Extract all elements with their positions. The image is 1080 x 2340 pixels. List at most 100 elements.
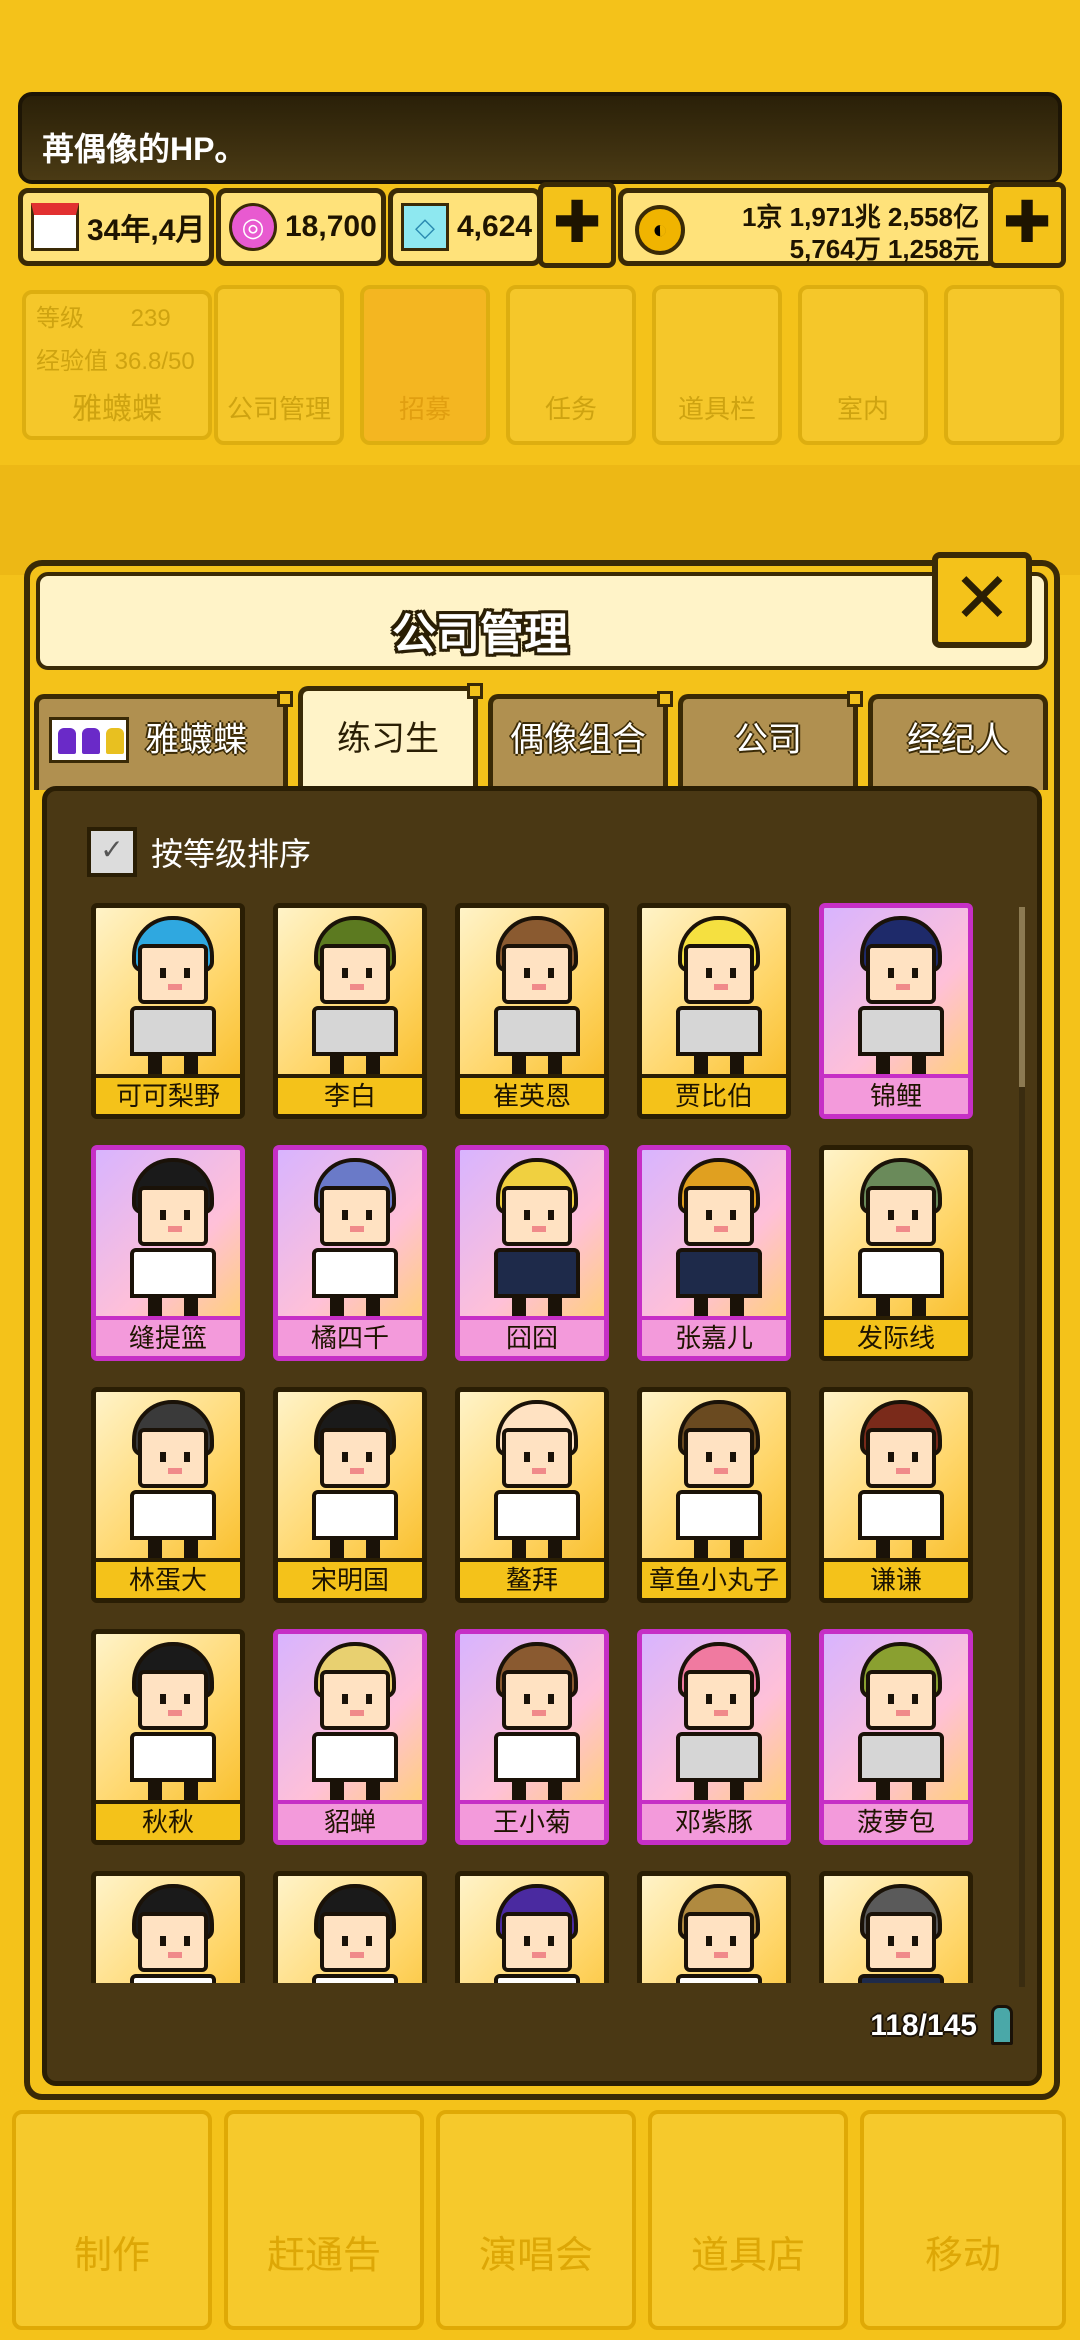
group-icon	[49, 717, 129, 763]
scrollbar[interactable]	[1019, 907, 1025, 1987]
trainee-name: 张嘉儿	[642, 1316, 786, 1356]
sort-by-level-toggle[interactable]: ✓ 按等级排序	[87, 827, 311, 877]
trainee-legs	[876, 1054, 926, 1076]
trainee-card[interactable]	[455, 1871, 609, 1983]
trainee-card[interactable]: 囧囧	[455, 1145, 609, 1361]
trainee-card[interactable]: 锦鲤	[819, 903, 973, 1119]
trainee-outfit	[130, 1248, 216, 1298]
trainee-face	[138, 944, 208, 1004]
trainee-face	[502, 1186, 572, 1246]
trainee-outfit	[858, 1974, 944, 1983]
person-icon	[991, 2005, 1013, 2045]
add-money-button[interactable]: ✚	[988, 182, 1066, 268]
trainee-outfit	[494, 1974, 580, 1983]
trainee-card[interactable]: 张嘉儿	[637, 1145, 791, 1361]
trainee-card[interactable]: 章鱼小丸子	[637, 1387, 791, 1603]
trainee-legs	[512, 1538, 562, 1560]
tab-manager[interactable]: 经纪人	[868, 694, 1048, 790]
trainee-card[interactable]: 邓紫豚	[637, 1629, 791, 1845]
trainee-card[interactable]: 缝提篮	[91, 1145, 245, 1361]
level-value: 239	[130, 305, 171, 332]
hud-button-inventory: 道具栏	[652, 285, 782, 445]
trainee-name: 王小菊	[460, 1800, 604, 1840]
trainee-card[interactable]: 宋明国	[273, 1387, 427, 1603]
trainee-outfit	[858, 1732, 944, 1782]
trainee-name: 邓紫豚	[642, 1800, 786, 1840]
dialog-title: 公司管理	[392, 610, 568, 659]
trainee-legs	[512, 1296, 562, 1318]
tab-company[interactable]: 公司	[678, 691, 863, 790]
company-management-dialog: 公司管理 ✕ 雅蠛蝶 练习生 偶像组合 公司 经纪人 ✓ 按等级排序 可可梨野 …	[24, 552, 1060, 2100]
sort-label: 按等级排序	[151, 836, 312, 872]
trainee-card[interactable]: 鳌拜	[455, 1387, 609, 1603]
tab-player-label: 雅蠛蝶	[145, 721, 247, 759]
trainee-name: 李白	[278, 1074, 422, 1114]
sort-checkbox[interactable]: ✓	[87, 827, 137, 877]
trainee-grid: 可可梨野 李白 崔英恩 贾比伯 锦鲤缝提篮 橘四千 囧囧 张嘉儿 发际线林蛋大 宋明国 鳌拜 章鱼小丸…	[91, 903, 991, 1983]
trainee-face	[320, 1186, 390, 1246]
calendar-icon	[31, 203, 79, 251]
tab-player[interactable]: 雅蠛蝶	[34, 691, 293, 790]
trainee-card[interactable]: 菠萝包	[819, 1629, 973, 1845]
trainee-card[interactable]	[91, 1871, 245, 1983]
trainee-outfit	[676, 1974, 762, 1983]
trainee-card[interactable]: 可可梨野	[91, 903, 245, 1119]
trainee-outfit	[676, 1732, 762, 1782]
hud-button-interior: 室内	[798, 285, 928, 445]
trainee-card[interactable]: 橘四千	[273, 1145, 427, 1361]
trainee-card[interactable]: 李白	[273, 903, 427, 1119]
trainee-name: 林蛋大	[96, 1558, 240, 1598]
trainee-card[interactable]: 贾比伯	[637, 903, 791, 1119]
trainee-card[interactable]: 崔英恩	[455, 903, 609, 1119]
level-label: 等级	[36, 305, 84, 332]
trainee-outfit	[130, 1490, 216, 1540]
trainee-outfit	[494, 1006, 580, 1056]
tab-corner-gem	[847, 691, 863, 707]
trainee-outfit	[676, 1490, 762, 1540]
tab-trainee-label: 练习生	[337, 720, 439, 758]
trainee-card[interactable]: 发际线	[819, 1145, 973, 1361]
bottom-nav: 制作 赶通告 演唱会 道具店 移动	[0, 2100, 1080, 2340]
trainee-face	[684, 1670, 754, 1730]
trainee-legs	[512, 1054, 562, 1076]
level-box: 等级 239 经验值 36.8/50 雅蠛蝶	[22, 290, 212, 440]
tab-idol-group[interactable]: 偶像组合	[488, 691, 673, 790]
tab-corner-gem	[277, 691, 293, 707]
trainee-face	[502, 944, 572, 1004]
pink-currency-display: ◎ 18,700	[216, 188, 386, 266]
trainee-outfit	[312, 1248, 398, 1298]
trainee-name: 菠萝包	[824, 1800, 968, 1840]
trainee-name: 可可梨野	[96, 1074, 240, 1114]
trainee-legs	[694, 1054, 744, 1076]
trainee-card[interactable]: 王小菊	[455, 1629, 609, 1845]
trainee-face	[684, 1428, 754, 1488]
trainee-card[interactable]	[819, 1871, 973, 1983]
trainee-legs	[148, 1296, 198, 1318]
tab-trainee[interactable]: 练习生	[298, 683, 483, 794]
tab-corner-gem	[657, 691, 673, 707]
trainee-legs	[330, 1780, 380, 1802]
trainee-card[interactable]: 貂蝉	[273, 1629, 427, 1845]
trainee-card[interactable]: 林蛋大	[91, 1387, 245, 1603]
trainee-card[interactable]	[637, 1871, 791, 1983]
trainee-outfit	[858, 1006, 944, 1056]
hud-button-company: 公司管理	[214, 285, 344, 445]
date-display: 34年,4月	[18, 188, 214, 266]
trainee-legs	[148, 1538, 198, 1560]
trainee-card[interactable]: 秋秋	[91, 1629, 245, 1845]
pink-gem-icon: ◎	[229, 203, 277, 251]
trainee-face	[138, 1912, 208, 1972]
trainee-card[interactable]: 谦谦	[819, 1387, 973, 1603]
close-button[interactable]: ✕	[932, 552, 1032, 648]
add-diamond-button[interactable]: ✚	[538, 182, 616, 268]
trainee-legs	[148, 1054, 198, 1076]
trainee-card[interactable]	[273, 1871, 427, 1983]
scrollbar-thumb[interactable]	[1019, 907, 1025, 1087]
tab-manager-label: 经纪人	[907, 721, 1009, 759]
trainee-name: 囧囧	[460, 1316, 604, 1356]
tab-bar: 雅蠛蝶 练习生 偶像组合 公司 经纪人	[30, 683, 1054, 794]
exp-label: 经验值 36.8/50	[36, 348, 195, 375]
trainee-face	[684, 944, 754, 1004]
trainee-legs	[694, 1780, 744, 1802]
tab-company-label: 公司	[734, 721, 802, 759]
